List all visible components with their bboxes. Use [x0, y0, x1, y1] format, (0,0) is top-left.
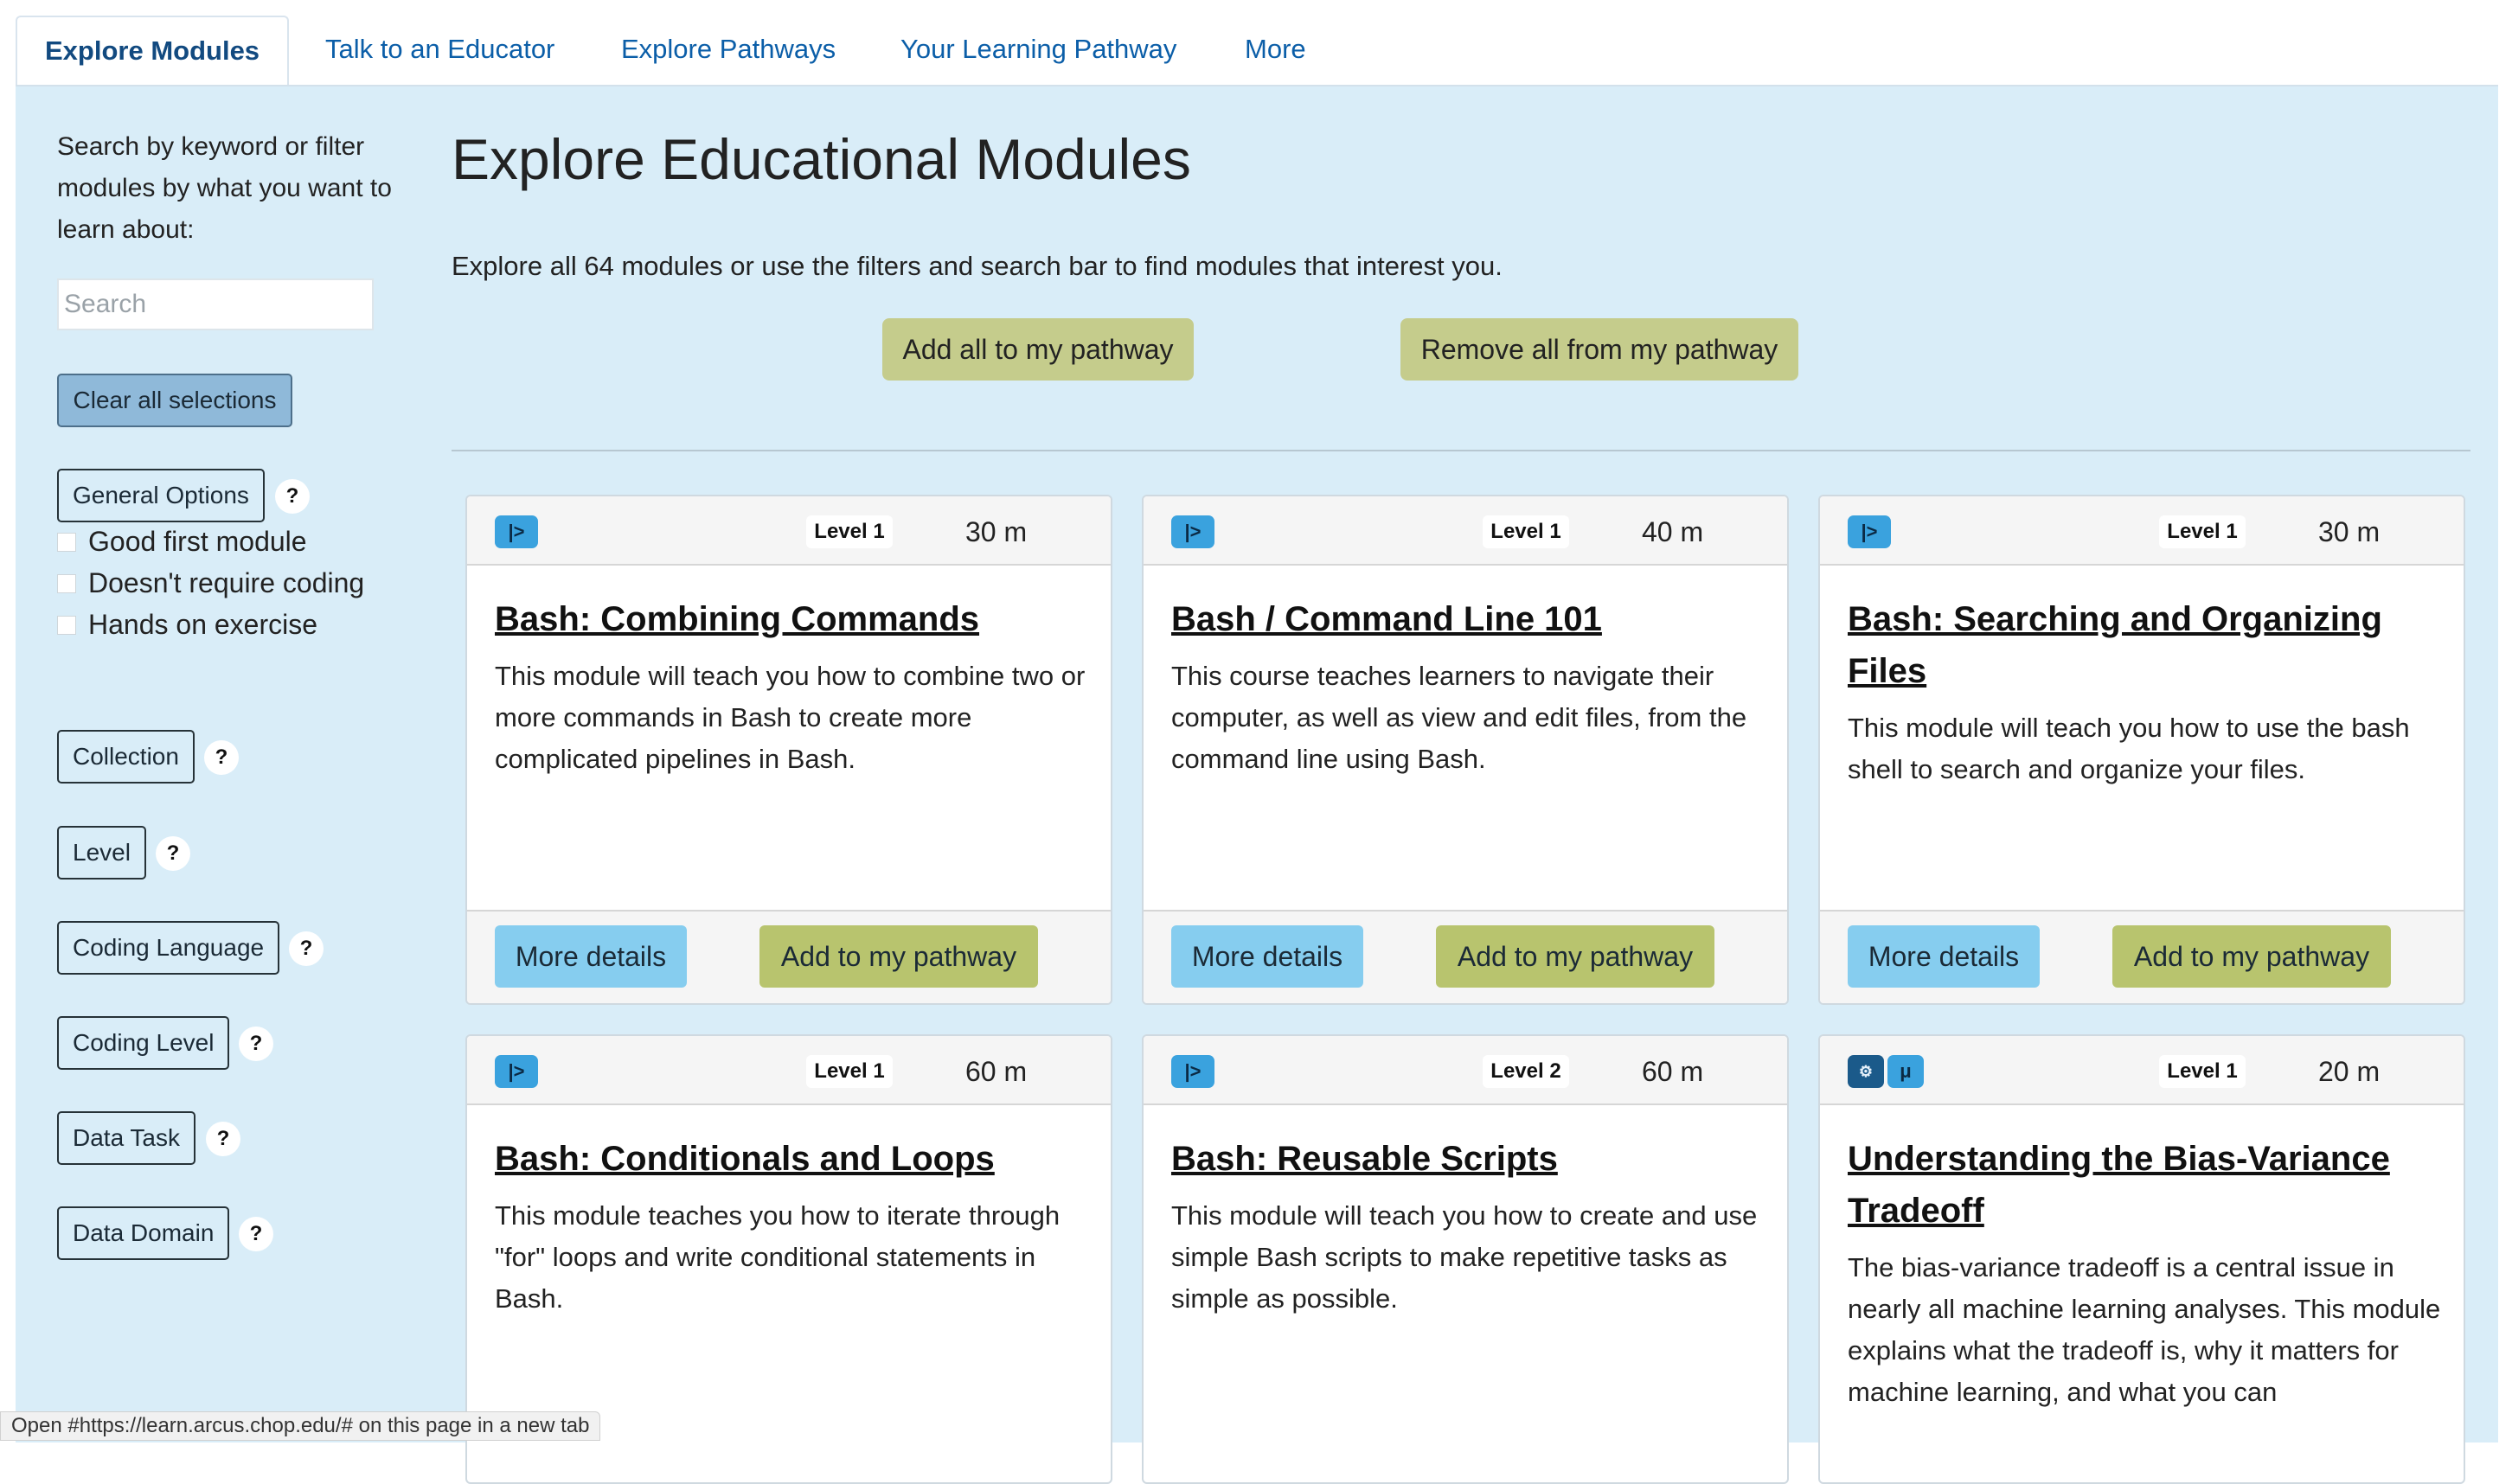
tab-more[interactable]: More — [1245, 16, 1306, 86]
add-to-pathway-button[interactable]: Add to my pathway — [1436, 925, 1714, 988]
card-title[interactable]: Bash: Conditionals and Loops — [495, 1133, 1092, 1185]
page-subtitle: Explore all 64 modules or use the filter… — [452, 251, 1503, 281]
collection-help-icon[interactable]: ? — [204, 740, 239, 775]
checkbox[interactable] — [57, 573, 76, 593]
card-description: This module teaches you how to iterate t… — [495, 1200, 1061, 1314]
filter-data-task-button[interactable]: Data Task — [57, 1111, 195, 1165]
card-title[interactable]: Understanding the Bias-Variance Tradeoff — [1848, 1133, 2445, 1237]
duration: 60 m — [965, 1056, 1028, 1087]
bash-icon: |> — [1171, 1055, 1214, 1088]
card-description: This module will teach you how to create… — [1171, 1200, 1758, 1314]
card-header: |> Level 2 60 m — [1144, 1036, 1787, 1105]
level-badge: Level 1 — [1483, 515, 1569, 548]
filter-coding-level-button[interactable]: Coding Level — [57, 1016, 230, 1070]
checkbox[interactable] — [57, 532, 76, 552]
divider — [452, 450, 2470, 451]
card-header: |> Level 1 40 m — [1144, 496, 1787, 566]
option-label: Good first module — [88, 526, 307, 557]
bash-icon: |> — [495, 1055, 538, 1088]
level-badge: Level 1 — [2159, 515, 2246, 548]
filter-collection-button[interactable]: Collection — [57, 730, 195, 784]
more-details-button[interactable]: More details — [495, 925, 687, 988]
filter-coding-language-button[interactable]: Coding Language — [57, 921, 280, 975]
more-details-button[interactable]: More details — [1171, 925, 1363, 988]
duration: 60 m — [1642, 1056, 1704, 1087]
card-header: |> Level 1 60 m — [467, 1036, 1111, 1105]
level-badge: Level 1 — [806, 515, 893, 548]
duration: 20 m — [2318, 1056, 2381, 1087]
add-to-pathway-button[interactable]: Add to my pathway — [2112, 925, 2391, 988]
clear-selections-button[interactable]: Clear all selections — [57, 374, 292, 427]
duration: 30 m — [965, 516, 1028, 547]
level-badge: Level 1 — [806, 1055, 893, 1088]
bash-icon: |> — [1848, 515, 1891, 548]
level-help-icon[interactable]: ? — [156, 836, 190, 871]
card-title[interactable]: Bash: Searching and Organizing Files — [1848, 593, 2445, 697]
level-badge: Level 1 — [2159, 1055, 2246, 1088]
tab-your-learning-pathway[interactable]: Your Learning Pathway — [900, 16, 1176, 86]
module-card: |> Level 1 30 m Bash: Searching and Orga… — [1818, 495, 2465, 1005]
status-bar: Open #https://learn.arcus.chop.edu/# on … — [0, 1411, 601, 1441]
card-title[interactable]: Bash: Reusable Scripts — [1171, 1133, 1768, 1185]
mu-icon: μ — [1887, 1055, 1924, 1088]
card-description: This course teaches learners to navigate… — [1171, 661, 1747, 774]
module-card: |> Level 1 30 m Bash: Combining Commands… — [465, 495, 1112, 1005]
option-label: Doesn't require coding — [88, 567, 365, 598]
tab-explore-modules[interactable]: Explore Modules — [16, 16, 290, 88]
add-to-pathway-button[interactable]: Add to my pathway — [759, 925, 1038, 988]
module-card: |> Level 1 40 m Bash / Command Line 101 … — [1142, 495, 1789, 1005]
card-footer: More details Add to my pathway — [467, 910, 1111, 1003]
data-domain-help-icon[interactable]: ? — [239, 1217, 273, 1251]
tab-talk-to-educator[interactable]: Talk to an Educator — [325, 16, 554, 86]
sidebar-intro: Search by keyword or filter modules by w… — [57, 132, 392, 244]
card-footer: More details Add to my pathway — [1820, 910, 2464, 1003]
bash-icon: |> — [1171, 515, 1214, 548]
filter-level-button[interactable]: Level — [57, 826, 146, 880]
option-good-first-module[interactable]: Good first module — [57, 521, 307, 561]
data-task-help-icon[interactable]: ? — [206, 1122, 240, 1156]
tab-explore-pathways[interactable]: Explore Pathways — [621, 16, 836, 86]
gear-icon: ⚙ — [1848, 1055, 1884, 1088]
more-details-button[interactable]: More details — [1848, 925, 2040, 988]
option-label: Hands on exercise — [88, 609, 318, 640]
option-hands-on[interactable]: Hands on exercise — [57, 604, 317, 644]
general-options-help-icon[interactable]: ? — [275, 479, 310, 514]
card-header: ⚙ μ Level 1 20 m — [1820, 1036, 2464, 1105]
card-title[interactable]: Bash: Combining Commands — [495, 593, 1092, 645]
bash-icon: |> — [495, 515, 538, 548]
module-card: ⚙ μ Level 1 20 m Understanding the Bias-… — [1818, 1034, 2465, 1484]
filter-data-domain-button[interactable]: Data Domain — [57, 1206, 230, 1260]
search-input[interactable] — [57, 278, 374, 330]
top-tab-bar: Explore Modules Talk to an Educator Expl… — [0, 0, 2512, 88]
card-description: The bias-variance tradeoff is a central … — [1848, 1252, 2441, 1407]
card-description: This module will teach you how to use th… — [1848, 713, 2410, 784]
card-footer: More details Add to my pathway — [1144, 910, 1787, 1003]
level-badge: Level 2 — [1483, 1055, 1569, 1088]
remove-all-button[interactable]: Remove all from my pathway — [1400, 318, 1798, 381]
duration: 30 m — [2318, 516, 2381, 547]
coding-level-help-icon[interactable]: ? — [239, 1027, 273, 1061]
page-title: Explore Educational Modules — [452, 127, 1191, 191]
module-card: |> Level 2 60 m Bash: Reusable Scripts T… — [1142, 1034, 1789, 1484]
card-title[interactable]: Bash / Command Line 101 — [1171, 593, 1768, 645]
card-header: |> Level 1 30 m — [467, 496, 1111, 566]
coding-language-help-icon[interactable]: ? — [289, 931, 324, 966]
general-options-button[interactable]: General Options — [57, 469, 265, 522]
card-description: This module will teach you how to combin… — [495, 661, 1086, 774]
duration: 40 m — [1642, 516, 1704, 547]
option-no-coding[interactable]: Doesn't require coding — [57, 563, 364, 603]
add-all-button[interactable]: Add all to my pathway — [882, 318, 1194, 381]
checkbox[interactable] — [57, 615, 76, 635]
card-header: |> Level 1 30 m — [1820, 496, 2464, 566]
